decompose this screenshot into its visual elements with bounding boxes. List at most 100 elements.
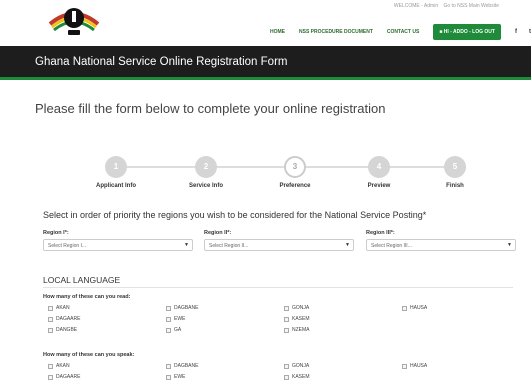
region-3-label: Region III*:	[366, 230, 395, 236]
progress-steps: 1 Applicant Info 2 Service Info 3 Prefer…	[94, 156, 474, 192]
checkbox[interactable]	[48, 316, 53, 322]
region-2-value: Select Region II...	[209, 243, 249, 249]
nss-logo	[48, 8, 100, 35]
speak-question: How many of these can you speak:	[43, 352, 135, 358]
option-label: DAGAARE	[56, 374, 81, 380]
read-question: How many of these can you read:	[43, 294, 131, 300]
checkbox[interactable]	[402, 363, 407, 369]
read-option-nzema[interactable]: NZEMA	[284, 327, 310, 333]
nav-home[interactable]: HOME	[270, 29, 285, 35]
checkbox[interactable]	[48, 327, 53, 333]
step-label: Preview	[367, 183, 391, 189]
region-1-select[interactable]: Select Region I... ▼	[43, 239, 193, 251]
speak-option-ewe[interactable]: EWE	[166, 374, 185, 380]
step-number: 2	[195, 156, 217, 178]
local-language-title: LOCAL LANGUAGE	[43, 275, 121, 285]
checkbox[interactable]	[284, 305, 289, 311]
option-label: KASEM	[292, 316, 310, 322]
option-label: GONJA	[292, 363, 310, 369]
option-label: DANGBE	[56, 327, 78, 333]
checkbox[interactable]	[48, 363, 53, 369]
welcome-text: WELCOME - Admin	[393, 3, 439, 9]
section-divider	[43, 287, 513, 288]
option-label: GONJA	[292, 305, 310, 311]
option-label: AKAN	[56, 305, 70, 311]
page-title: Ghana National Service Online Registrati…	[35, 56, 288, 68]
main-nav: HOME NSS PROCEDURE DOCUMENT CONTACT US ■…	[270, 24, 531, 40]
speak-option-gonja[interactable]: GONJA	[284, 363, 309, 369]
step-number: 5	[444, 156, 466, 178]
main-website-link[interactable]: Go to NSS Main Website	[444, 3, 500, 9]
region-2-group: Region II*: Select Region II... ▼	[204, 230, 354, 251]
page-banner: Ghana National Service Online Registrati…	[0, 46, 531, 80]
step-number: 4	[368, 156, 390, 178]
checkbox[interactable]	[166, 327, 171, 333]
region-instruction: Select in order of priority the regions …	[43, 210, 427, 220]
top-links: WELCOME - Admin Go to NSS Main Website	[390, 3, 499, 9]
speak-option-hausa[interactable]: HAUSA	[402, 363, 427, 369]
checkbox[interactable]	[284, 363, 289, 369]
step-label: Service Info	[188, 183, 223, 189]
checkbox[interactable]	[166, 305, 171, 311]
chevron-down-icon: ▼	[184, 242, 189, 248]
region-1-value: Select Region I...	[48, 243, 87, 249]
option-label: DAGAARE	[56, 316, 81, 322]
logout-button[interactable]: ■ HI - ADDO - LOG OUT	[433, 24, 501, 40]
read-option-dangbe[interactable]: DANGBE	[48, 327, 77, 333]
step-number: 1	[105, 156, 127, 178]
checkbox[interactable]	[402, 305, 407, 311]
checkbox[interactable]	[48, 374, 53, 380]
checkbox[interactable]	[166, 363, 171, 369]
step-number: 3	[284, 156, 306, 178]
read-option-ewe[interactable]: EWE	[166, 316, 185, 322]
checkbox[interactable]	[48, 305, 53, 311]
top-header: WELCOME - Admin Go to NSS Main Website H…	[0, 0, 531, 46]
region-3-group: Region III*: Select Region III... ▼	[366, 230, 516, 251]
checkbox[interactable]	[284, 316, 289, 322]
checkbox[interactable]	[284, 374, 289, 380]
region-1-label: Region I*:	[43, 230, 69, 236]
step-finish[interactable]: 5 Finish	[425, 156, 485, 189]
form-intro: Please fill the form below to complete y…	[35, 101, 386, 116]
speak-option-dagbane[interactable]: DAGBANE	[166, 363, 198, 369]
read-option-dagaare[interactable]: DAGAARE	[48, 316, 80, 322]
step-preview[interactable]: 4 Preview	[349, 156, 409, 189]
option-label: EWE	[174, 374, 186, 380]
option-label: GA	[174, 327, 182, 333]
read-option-gonja[interactable]: GONJA	[284, 305, 309, 311]
region-2-select[interactable]: Select Region II... ▼	[204, 239, 354, 251]
step-preference[interactable]: 3 Preference	[265, 156, 325, 189]
option-label: DAGBANE	[174, 305, 199, 311]
nav-procedure-document[interactable]: NSS PROCEDURE DOCUMENT	[299, 29, 373, 35]
option-label: AKAN	[56, 363, 70, 369]
speak-option-akan[interactable]: AKAN	[48, 363, 70, 369]
logout-label: HI - ADDO - LOG OUT	[443, 29, 495, 35]
facebook-icon[interactable]: f	[515, 29, 517, 35]
checkbox[interactable]	[284, 327, 289, 333]
speak-option-kasem[interactable]: KASEM	[284, 374, 310, 380]
read-option-dagbane[interactable]: DAGBANE	[166, 305, 198, 311]
option-label: NZEMA	[292, 327, 310, 333]
option-label: KASEM	[292, 374, 310, 380]
region-3-value: Select Region III...	[371, 243, 412, 249]
read-option-hausa[interactable]: HAUSA	[402, 305, 427, 311]
checkbox[interactable]	[166, 316, 171, 322]
checkbox[interactable]	[166, 374, 171, 380]
speak-option-dagaare[interactable]: DAGAARE	[48, 374, 80, 380]
step-label: Applicant Info	[96, 183, 136, 189]
chevron-down-icon: ▼	[345, 242, 350, 248]
region-3-select[interactable]: Select Region III... ▼	[366, 239, 516, 251]
read-option-kasem[interactable]: KASEM	[284, 316, 310, 322]
step-service-info[interactable]: 2 Service Info	[176, 156, 236, 189]
read-option-akan[interactable]: AKAN	[48, 305, 70, 311]
step-label: Finish	[446, 183, 464, 189]
step-applicant-info[interactable]: 1 Applicant Info	[86, 156, 146, 189]
step-label: Preference	[279, 183, 311, 189]
option-label: HAUSA	[410, 305, 428, 311]
option-label: EWE	[174, 316, 186, 322]
region-2-label: Region II*:	[204, 230, 232, 236]
nav-contact-us[interactable]: CONTACT US	[387, 29, 419, 35]
option-label: HAUSA	[410, 363, 428, 369]
read-option-ga[interactable]: GA	[166, 327, 181, 333]
option-label: DAGBANE	[174, 363, 199, 369]
